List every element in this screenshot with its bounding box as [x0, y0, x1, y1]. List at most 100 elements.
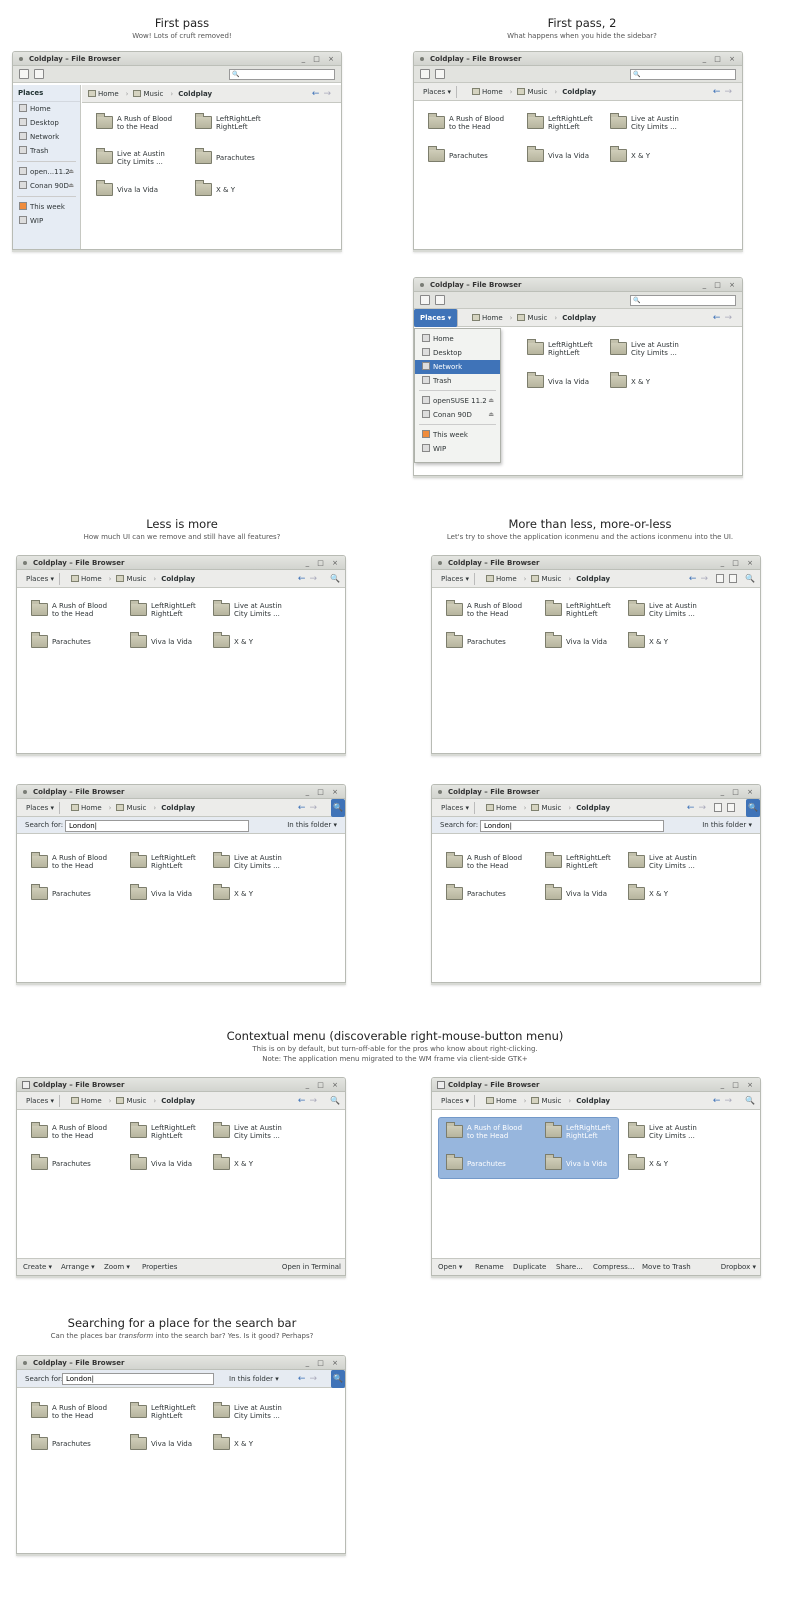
- folder-item[interactable]: A Rush of Blood to the Head: [446, 600, 541, 624]
- title-bar[interactable]: Coldplay – File Browser _ □ ×: [13, 52, 341, 66]
- app-menu-icon[interactable]: [716, 574, 724, 583]
- title-bar[interactable]: Coldplay – File Browser _ □ ×: [17, 556, 345, 570]
- folder-item[interactable]: Live at Austin City Limits ...: [628, 1122, 723, 1146]
- folder-item[interactable]: Live at Austin City Limits ...: [213, 852, 308, 876]
- title-bar[interactable]: Coldplay – File Browser _ □ ×: [432, 785, 760, 799]
- crumb-music[interactable]: Music: [126, 1097, 146, 1105]
- folder-item[interactable]: Parachutes: [446, 884, 541, 908]
- crumb-current[interactable]: Coldplay: [576, 575, 610, 583]
- properties-button[interactable]: Properties: [142, 1259, 177, 1275]
- crumb-current[interactable]: Coldplay: [161, 575, 195, 583]
- sidebar-item-opensuse[interactable]: open...11.2 ⏏: [13, 165, 80, 179]
- folder-item[interactable]: Viva la Vida: [96, 180, 191, 204]
- folder-item[interactable]: LeftRightLeft RightLeft: [545, 600, 640, 624]
- forward-button[interactable]: →: [724, 313, 736, 323]
- places-dropdown[interactable]: Places ▾: [418, 86, 457, 98]
- places-dropdown[interactable]: Places ▾: [436, 1095, 475, 1107]
- app-menu-icon[interactable]: [420, 69, 430, 79]
- places-dropdown[interactable]: Places ▾: [436, 573, 475, 585]
- open-menu[interactable]: Open ▾: [438, 1259, 462, 1275]
- eject-icon[interactable]: ⏏: [68, 167, 74, 177]
- folder-item[interactable]: Viva la Vida: [130, 1154, 225, 1178]
- folder-item[interactable]: LeftRightLeft RightLeft: [545, 852, 640, 876]
- folder-item[interactable]: X & Y: [628, 632, 723, 656]
- folder-item[interactable]: Parachutes: [446, 632, 541, 656]
- folder-item[interactable]: Parachutes: [31, 632, 126, 656]
- menu-item-network[interactable]: Network: [415, 360, 500, 374]
- crumb-home[interactable]: Home: [81, 1097, 102, 1105]
- open-terminal-button[interactable]: Open in Terminal: [282, 1259, 341, 1275]
- menu-item-desktop[interactable]: Desktop: [415, 346, 500, 360]
- app-menu-icon[interactable]: [714, 803, 722, 812]
- sidebar-item-trash[interactable]: Trash: [13, 144, 80, 158]
- eject-icon[interactable]: ⏏: [488, 396, 494, 406]
- window-controls[interactable]: _ □ ×: [721, 1078, 756, 1092]
- crumb-music[interactable]: Music: [143, 90, 163, 98]
- folder-item[interactable]: A Rush of Blood to the Head: [31, 1402, 126, 1426]
- crumb-current[interactable]: Coldplay: [161, 804, 195, 812]
- folder-item[interactable]: X & Y: [213, 632, 308, 656]
- back-button[interactable]: ←: [298, 1096, 310, 1106]
- new-document-icon[interactable]: [435, 69, 445, 79]
- folder-item[interactable]: A Rush of Blood to the Head: [31, 852, 126, 876]
- search-scope-dropdown[interactable]: In this folder ▾: [702, 817, 752, 834]
- search-toggle-icon[interactable]: 🔍: [329, 1095, 341, 1107]
- folder-item[interactable]: LeftRightLeft RightLeft: [130, 1402, 225, 1426]
- search-toggle-icon[interactable]: 🔍: [746, 799, 760, 817]
- forward-button[interactable]: →: [309, 1096, 321, 1106]
- folder-item[interactable]: Live at Austin City Limits ...: [628, 600, 723, 624]
- crumb-music[interactable]: Music: [541, 1097, 561, 1105]
- search-scope-dropdown[interactable]: In this folder ▾: [229, 1370, 279, 1388]
- folder-item[interactable]: Viva la Vida: [527, 372, 622, 396]
- title-bar[interactable]: Coldplay – File Browser _ □ ×: [17, 1078, 345, 1092]
- folder-item[interactable]: X & Y: [213, 884, 308, 908]
- window-menu-icon[interactable]: [420, 57, 424, 61]
- back-button[interactable]: ←: [298, 574, 310, 584]
- sidebar-item-home[interactable]: Home: [13, 102, 80, 116]
- crumb-current[interactable]: Coldplay: [178, 90, 212, 98]
- folder-item[interactable]: Parachutes: [31, 1434, 126, 1458]
- compress-button[interactable]: Compress...: [593, 1259, 634, 1275]
- forward-button[interactable]: →: [700, 574, 712, 584]
- app-menu-icon[interactable]: [22, 1081, 30, 1089]
- crumb-home[interactable]: Home: [482, 314, 503, 322]
- new-document-icon[interactable]: [34, 69, 44, 79]
- menu-item-trash[interactable]: Trash: [415, 374, 500, 388]
- title-bar[interactable]: Coldplay – File Browser _ □ ×: [17, 785, 345, 799]
- new-document-icon[interactable]: [729, 574, 737, 583]
- crumb-home[interactable]: Home: [496, 1097, 517, 1105]
- window-controls[interactable]: _ □ ×: [306, 556, 341, 570]
- folder-item[interactable]: Viva la Vida: [545, 884, 640, 908]
- crumb-current[interactable]: Coldplay: [161, 1097, 195, 1105]
- folder-item[interactable]: X & Y: [195, 180, 290, 204]
- folder-item[interactable]: LeftRightLeft RightLeft: [130, 852, 225, 876]
- folder-item[interactable]: LeftRightLeft RightLeft: [130, 600, 225, 624]
- folder-item[interactable]: LeftRightLeft RightLeft: [130, 1122, 225, 1146]
- crumb-current[interactable]: Coldplay: [562, 314, 596, 322]
- folder-item[interactable]: Live at Austin City Limits ...: [628, 852, 723, 876]
- forward-button[interactable]: →: [698, 803, 710, 813]
- app-menu-icon[interactable]: [420, 295, 430, 305]
- search-scope-dropdown[interactable]: In this folder ▾: [287, 817, 337, 834]
- forward-button[interactable]: →: [309, 574, 321, 584]
- window-controls[interactable]: _ □ ×: [306, 1356, 341, 1370]
- sidebar-item-conan[interactable]: Conan 90D ⏏: [13, 179, 80, 193]
- folder-item[interactable]: Viva la Vida: [545, 1154, 640, 1178]
- folder-item[interactable]: Viva la Vida: [545, 632, 640, 656]
- crumb-home[interactable]: Home: [496, 804, 517, 812]
- crumb-home[interactable]: Home: [98, 90, 119, 98]
- crumb-home[interactable]: Home: [482, 88, 503, 96]
- crumb-music[interactable]: Music: [527, 314, 547, 322]
- window-controls[interactable]: _ □ ×: [721, 785, 756, 799]
- rename-button[interactable]: Rename: [475, 1259, 504, 1275]
- search-input[interactable]: 🔍: [630, 295, 736, 306]
- folder-item[interactable]: X & Y: [213, 1434, 308, 1458]
- crumb-current[interactable]: Coldplay: [562, 88, 596, 96]
- forward-button[interactable]: →: [309, 803, 321, 813]
- folder-item[interactable]: Parachutes: [31, 1154, 126, 1178]
- title-bar[interactable]: Coldplay – File Browser _ □ ×: [432, 556, 760, 570]
- folder-item[interactable]: LeftRightLeft RightLeft: [545, 1122, 640, 1146]
- crumb-home[interactable]: Home: [81, 804, 102, 812]
- places-dropdown[interactable]: Places ▾: [21, 1095, 60, 1107]
- window-controls[interactable]: _ □ ×: [306, 785, 341, 799]
